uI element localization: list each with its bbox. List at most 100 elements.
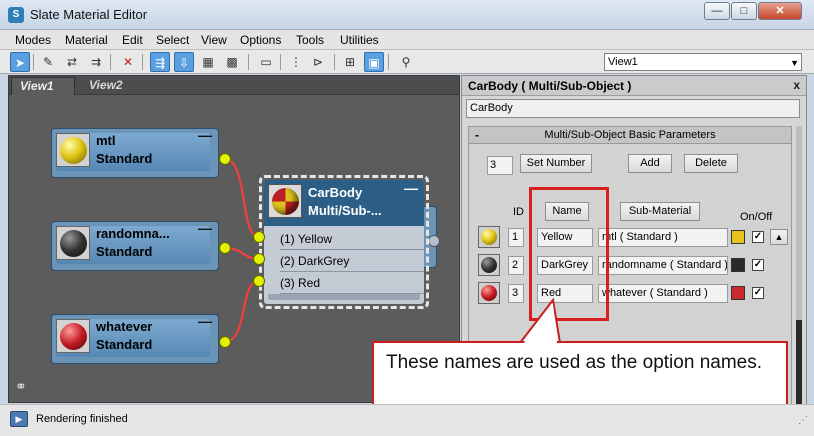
node-name: CarBody bbox=[308, 185, 363, 200]
material-thumbnail bbox=[268, 184, 302, 218]
status-bar: ▶ Rendering finished ⋰ bbox=[0, 404, 814, 436]
column-on-off: On/Off bbox=[740, 211, 773, 223]
row-1-submaterial-button[interactable]: mtl ( Standard ) bbox=[598, 228, 728, 247]
output-socket[interactable] bbox=[219, 242, 231, 254]
node-name: mtl bbox=[96, 133, 116, 148]
move-children-icon[interactable]: ⇶ bbox=[150, 52, 170, 72]
panel-title: CarBody ( Multi/Sub-Object ) bbox=[468, 79, 632, 93]
menu-options[interactable]: Options bbox=[240, 33, 281, 47]
show-map-icon[interactable]: ▦ bbox=[198, 52, 218, 72]
hide-unused-slots-icon[interactable]: ⇩ bbox=[174, 52, 194, 72]
row-2-enabled-checkbox[interactable]: ✓ bbox=[752, 259, 764, 271]
binoculars-icon[interactable]: ⚭ bbox=[15, 378, 27, 395]
row-2-id: 2 bbox=[508, 256, 524, 275]
output-socket[interactable] bbox=[219, 153, 231, 165]
node-randomname[interactable]: randomna... Standard — bbox=[51, 220, 219, 271]
toolbar: ➤ ✎ ⇄ ⇉ ✕ ⇶ ⇩ ▦ ▩ ▭ ⋮ ⊳ ⊞ ▣ ⚲ View1 ▼ bbox=[0, 50, 814, 74]
material-thumbnail bbox=[56, 226, 90, 260]
close-button[interactable]: ✕ bbox=[758, 2, 802, 20]
material-name-field[interactable]: CarBody bbox=[466, 99, 800, 118]
sphere-red-icon bbox=[60, 323, 87, 350]
minimize-button[interactable]: — bbox=[704, 2, 730, 20]
menu-material[interactable]: Material bbox=[65, 33, 108, 47]
column-submaterial-sort-button[interactable]: Sub-Material bbox=[620, 202, 700, 221]
sphere-dark-icon bbox=[481, 257, 497, 273]
render-status-icon: ▶ bbox=[10, 411, 28, 427]
output-socket[interactable] bbox=[219, 336, 231, 348]
output-socket[interactable] bbox=[428, 235, 440, 247]
resize-grip-icon[interactable]: ⋰ bbox=[798, 415, 808, 426]
node-type: Standard bbox=[96, 151, 153, 166]
collapse-icon[interactable]: — bbox=[404, 180, 418, 196]
tab-view1[interactable]: View1 bbox=[11, 77, 75, 95]
row-3-submaterial-button[interactable]: whatever ( Standard ) bbox=[598, 284, 728, 303]
background-icon[interactable]: ▩ bbox=[222, 52, 242, 72]
column-id: ID bbox=[513, 206, 524, 218]
set-number-button[interactable]: Set Number bbox=[520, 154, 592, 173]
toolbar-separator bbox=[110, 54, 111, 70]
row-2-thumbnail[interactable] bbox=[478, 254, 500, 276]
input-slot-3[interactable]: (3) Red bbox=[280, 272, 424, 294]
material-thumbnail bbox=[56, 133, 90, 167]
menu-view[interactable]: View bbox=[201, 33, 227, 47]
node-whatever[interactable]: whatever Standard — bbox=[51, 313, 219, 364]
row-3-enabled-checkbox[interactable]: ✓ bbox=[752, 287, 764, 299]
show-end-result-icon[interactable]: ▭ bbox=[256, 52, 276, 72]
row-3-thumbnail[interactable] bbox=[478, 282, 500, 304]
row-2-color-swatch[interactable] bbox=[731, 258, 745, 272]
row-3-color-swatch[interactable] bbox=[731, 286, 745, 300]
close-icon[interactable]: x bbox=[793, 78, 800, 92]
row-1-enabled-checkbox[interactable]: ✓ bbox=[752, 231, 764, 243]
node-name: randomna... bbox=[96, 226, 170, 241]
rollout-title: Multi/Sub-Object Basic Parameters bbox=[544, 129, 716, 141]
sphere-red-icon bbox=[481, 285, 497, 301]
panel-header: CarBody ( Multi/Sub-Object ) x bbox=[462, 76, 806, 96]
delete-icon[interactable]: ✕ bbox=[118, 52, 138, 72]
layout-horizontal-icon[interactable]: ⊳ bbox=[308, 52, 328, 72]
input-slot-2[interactable]: (2) DarkGrey bbox=[280, 250, 424, 272]
input-socket-3[interactable] bbox=[253, 275, 265, 287]
material-thumbnail bbox=[56, 319, 90, 353]
delete-button[interactable]: Delete bbox=[684, 154, 738, 173]
menu-edit[interactable]: Edit bbox=[122, 33, 143, 47]
menu-modes[interactable]: Modes bbox=[15, 33, 51, 47]
rollout-header[interactable]: - Multi/Sub-Object Basic Parameters bbox=[469, 127, 791, 144]
material-navigator-icon[interactable]: ⚲ bbox=[396, 52, 416, 72]
tab-view2[interactable]: View2 bbox=[81, 77, 153, 95]
layout-children-icon[interactable]: ⊞ bbox=[340, 52, 360, 72]
window-title: Slate Material Editor bbox=[30, 7, 148, 22]
layout-vertical-icon[interactable]: ⋮ bbox=[286, 52, 306, 72]
pick-material-icon[interactable]: ✎ bbox=[38, 52, 58, 72]
sphere-yellow-icon bbox=[60, 137, 87, 164]
menu-tools[interactable]: Tools bbox=[296, 33, 324, 47]
node-footer bbox=[268, 294, 420, 300]
assign-material-icon[interactable]: ⇉ bbox=[86, 52, 106, 72]
sphere-dark-icon bbox=[60, 230, 87, 257]
input-slot-1[interactable]: (1) Yellow bbox=[280, 228, 424, 250]
sphere-checker-icon bbox=[272, 188, 299, 215]
put-to-scene-icon[interactable]: ⇄ bbox=[62, 52, 82, 72]
toolbar-separator bbox=[142, 54, 143, 70]
status-text: Rendering finished bbox=[36, 413, 128, 425]
menu-select[interactable]: Select bbox=[156, 33, 189, 47]
row-1-thumbnail[interactable] bbox=[478, 226, 500, 248]
row-2-submaterial-button[interactable]: randomname ( Standard ) bbox=[598, 256, 728, 275]
menu-utilities[interactable]: Utilities bbox=[340, 33, 379, 47]
material-count-field[interactable]: 3 bbox=[487, 156, 513, 175]
collapse-icon[interactable]: — bbox=[198, 220, 212, 236]
scroll-up-button[interactable]: ▲ bbox=[770, 229, 788, 245]
view-select[interactable]: View1 ▼ bbox=[604, 53, 802, 71]
row-1-color-swatch[interactable] bbox=[731, 230, 745, 244]
sphere-yellow-icon bbox=[481, 229, 497, 245]
select-tool-icon[interactable]: ➤ bbox=[10, 52, 30, 72]
add-button[interactable]: Add bbox=[628, 154, 672, 173]
input-socket-2[interactable] bbox=[253, 253, 265, 265]
parameter-editor-icon[interactable]: ▣ bbox=[364, 52, 384, 72]
node-mtl[interactable]: mtl Standard — bbox=[51, 127, 219, 178]
toolbar-separator bbox=[280, 54, 281, 70]
collapse-icon[interactable]: — bbox=[198, 313, 212, 329]
collapse-icon[interactable]: — bbox=[198, 127, 212, 143]
input-socket-1[interactable] bbox=[253, 231, 265, 243]
maximize-button[interactable]: □ bbox=[731, 2, 757, 20]
node-carbody[interactable]: CarBody Multi/Sub-... — (1) Yellow (2) D… bbox=[259, 175, 429, 309]
